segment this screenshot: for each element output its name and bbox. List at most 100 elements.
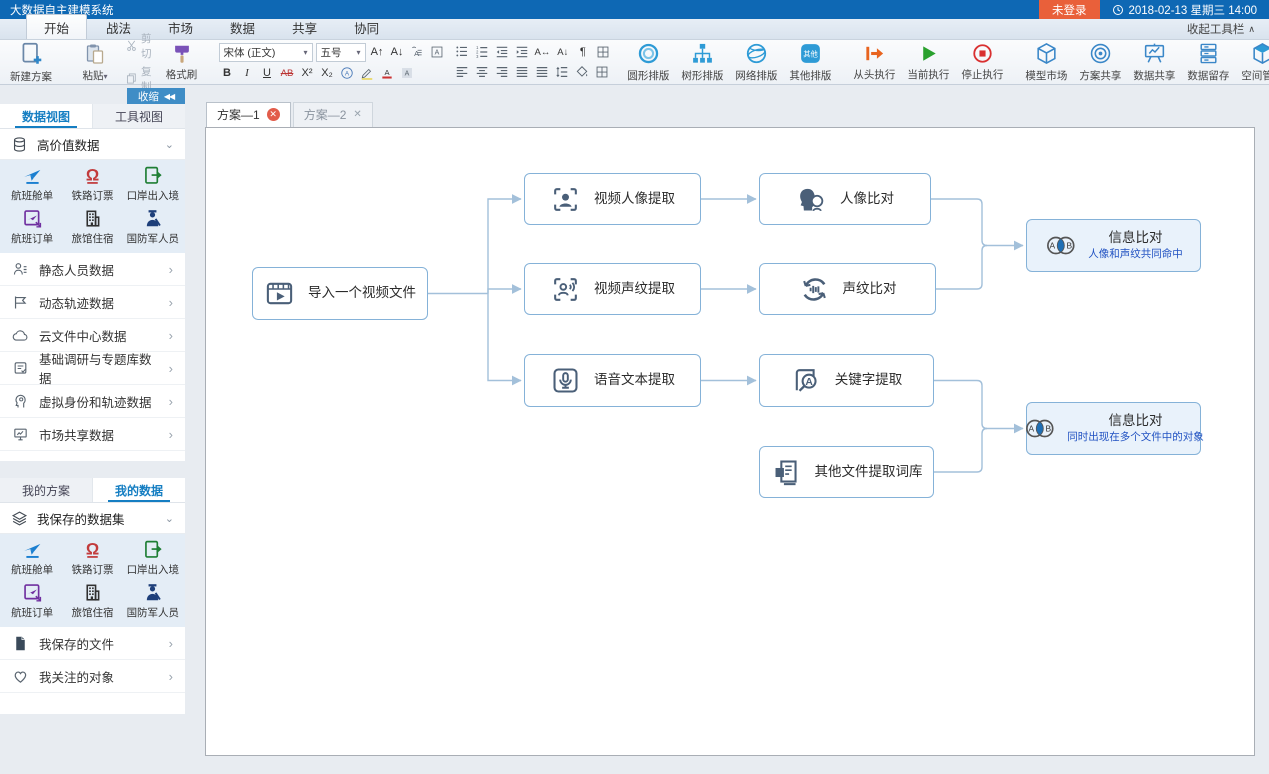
paste-button[interactable]: 粘贴▾: [68, 42, 122, 83]
line-spacing-button[interactable]: [554, 64, 571, 81]
space-manage-button[interactable]: 空间管理: [1235, 42, 1269, 82]
data-share-button[interactable]: 数据共享: [1127, 42, 1181, 82]
dataset-航班订单[interactable]: 航班订单: [2, 206, 62, 249]
close-tab-icon[interactable]: ✕: [353, 109, 361, 120]
italic-button[interactable]: I: [239, 65, 256, 82]
run-current-button[interactable]: 当前执行: [901, 42, 955, 82]
other-layout-button[interactable]: 其他其他排版: [783, 42, 837, 82]
align-right-button[interactable]: [494, 64, 511, 81]
sidebar-tab-工具视图[interactable]: 工具视图: [93, 104, 185, 128]
close-tab-icon[interactable]: ✕: [267, 108, 280, 121]
dataset-航班舱单[interactable]: 航班舱单: [2, 537, 62, 580]
modeling-canvas[interactable]: 导入一个视频文件 视频人像提取 人像比对 AB信息比对人像和声纹共同命中视频声纹提取 声…: [205, 127, 1255, 756]
keyword-extract-icon: A: [791, 365, 822, 396]
model-market-button[interactable]: 模型市场: [1019, 42, 1073, 82]
tree-layout-button[interactable]: 树形排版: [675, 42, 729, 82]
list-item-基础调研与专题库数据[interactable]: 基础调研与专题库数据›: [0, 352, 185, 385]
sidebar-tab-数据视图[interactable]: 数据视图: [0, 104, 93, 128]
ribbon-tab-协同[interactable]: 协同: [336, 14, 397, 39]
stop-run-button[interactable]: 停止执行: [955, 42, 1009, 82]
list-item-虚拟身份和轨迹数据[interactable]: 虚拟身份和轨迹数据›: [0, 385, 185, 418]
distribute-button[interactable]: [534, 64, 551, 81]
table-button[interactable]: [594, 44, 611, 61]
decrease-indent-button[interactable]: [494, 44, 511, 61]
align-center-button[interactable]: [474, 64, 491, 81]
justify-button[interactable]: [514, 64, 531, 81]
collapse-toolbar-button[interactable]: 收起工具栏 ∧: [1187, 21, 1255, 37]
character-border-button[interactable]: A: [429, 44, 446, 61]
plan-tab-方案—1[interactable]: 方案—1✕: [206, 102, 291, 127]
flow-node-face-compare[interactable]: 人像比对: [759, 173, 931, 225]
circle-layout-button[interactable]: 圆形排版: [621, 42, 675, 82]
flow-node-info-compare-2[interactable]: AB信息比对同时出现在多个文件中的对象: [1026, 402, 1201, 455]
superscript-button[interactable]: X²: [299, 65, 316, 82]
ribbon-tab-共享[interactable]: 共享: [274, 14, 335, 39]
dataset-旅馆住宿[interactable]: 旅馆住宿: [62, 580, 122, 623]
dataset-航班订单[interactable]: 航班订单: [2, 580, 62, 623]
numbered-list-button[interactable]: 123: [474, 44, 491, 61]
font-color-button[interactable]: A: [379, 65, 396, 82]
font-size-select[interactable]: 五号▾: [316, 43, 366, 62]
net-layout-button[interactable]: 网络排版: [729, 42, 783, 82]
enclose-character-button[interactable]: A: [339, 65, 356, 82]
align-left-button[interactable]: [454, 64, 471, 81]
collapse-sidebar-button[interactable]: 收缩 ◀◀: [127, 88, 185, 104]
grow-font-button[interactable]: A↑: [369, 44, 386, 61]
borders-button[interactable]: [594, 64, 611, 81]
underline-button[interactable]: U: [259, 65, 276, 82]
cut-button[interactable]: 剪切: [125, 31, 152, 61]
dataset-旅馆住宿[interactable]: 旅馆住宿: [62, 206, 122, 249]
login-status-badge[interactable]: 未登录: [1039, 0, 1100, 19]
dataset-grid: 航班舱单Ω铁路订票口岸出入境航班订单旅馆住宿国防军人员: [0, 534, 185, 627]
character-shading-button[interactable]: A: [399, 65, 416, 82]
sidebar-tab-我的方案[interactable]: 我的方案: [0, 478, 93, 502]
plan-tab-方案—2[interactable]: 方案—2✕: [293, 102, 373, 127]
list-item-云文件中心数据[interactable]: 云文件中心数据›: [0, 319, 185, 352]
ribbon-tab-开始[interactable]: 开始: [26, 14, 87, 39]
dataset-铁路订票[interactable]: Ω铁路订票: [62, 537, 122, 580]
flow-node-keyword-extract[interactable]: A关键字提取: [759, 354, 934, 407]
text-highlight-button[interactable]: [359, 65, 376, 82]
flow-node-voiceprint-compare[interactable]: 声纹比对: [759, 263, 936, 315]
flow-node-info-compare-1[interactable]: AB信息比对人像和声纹共同命中: [1026, 219, 1201, 272]
character-scale-button[interactable]: A↔: [534, 44, 552, 61]
flow-node-face-extract[interactable]: 视频人像提取: [524, 173, 701, 225]
dataset-航班舱单[interactable]: 航班舱单: [2, 163, 62, 206]
strikethrough-button[interactable]: AB: [279, 65, 296, 82]
plan-share-button[interactable]: 方案共享: [1073, 42, 1127, 82]
ribbon-tab-数据[interactable]: 数据: [212, 14, 273, 39]
flow-node-doc-words[interactable]: 其他文件提取词库: [759, 446, 934, 498]
subscript-button[interactable]: X₂: [319, 65, 336, 82]
show-marks-button[interactable]: ¶: [574, 44, 591, 61]
section-high-value-data[interactable]: 高价值数据 ⌄: [0, 129, 185, 160]
font-family-select[interactable]: 宋体 (正文)▾: [219, 43, 313, 62]
run-from-start-button[interactable]: 从头执行: [847, 42, 901, 82]
dataset-口岸出入境[interactable]: 口岸出入境: [123, 537, 183, 580]
dataset-铁路订票[interactable]: Ω铁路订票: [62, 163, 122, 206]
dataset-国防军人员[interactable]: 国防军人员: [123, 580, 183, 623]
flow-node-import-video[interactable]: 导入一个视频文件: [252, 267, 428, 320]
section-saved-datasets[interactable]: 我保存的数据集 ⌄: [0, 503, 185, 534]
data-retain-button[interactable]: 数据留存: [1181, 42, 1235, 82]
phonetic-guide-button[interactable]: A: [409, 44, 426, 61]
list-item-动态轨迹数据[interactable]: 动态轨迹数据›: [0, 286, 185, 319]
flow-node-speech-text[interactable]: 语音文本提取: [524, 354, 701, 407]
dataset-口岸出入境[interactable]: 口岸出入境: [123, 163, 183, 206]
ribbon-tab-市场[interactable]: 市场: [150, 14, 211, 39]
list-item-我保存的文件[interactable]: 我保存的文件›: [0, 627, 185, 660]
sidebar-tab-我的数据[interactable]: 我的数据: [93, 478, 185, 502]
flow-node-voice-extract[interactable]: 视频声纹提取: [524, 263, 701, 315]
bullet-list-button[interactable]: [454, 44, 471, 61]
list-item-静态人员数据[interactable]: 静态人员数据›: [0, 253, 185, 286]
sort-button[interactable]: A↓: [554, 44, 571, 61]
dataset-国防军人员[interactable]: 国防军人员: [123, 206, 183, 249]
chevron-right-icon: ›: [169, 669, 173, 684]
shrink-font-button[interactable]: A↓: [389, 44, 406, 61]
list-item-市场共享数据[interactable]: 市场共享数据›: [0, 418, 185, 451]
list-item-我关注的对象[interactable]: 我关注的对象›: [0, 660, 185, 693]
shading-button[interactable]: [574, 64, 591, 81]
new-plan-button[interactable]: 新建方案: [4, 42, 58, 82]
format-painter-button[interactable]: 格式刷: [155, 43, 209, 82]
increase-indent-button[interactable]: [514, 44, 531, 61]
bold-button[interactable]: B: [219, 65, 236, 82]
